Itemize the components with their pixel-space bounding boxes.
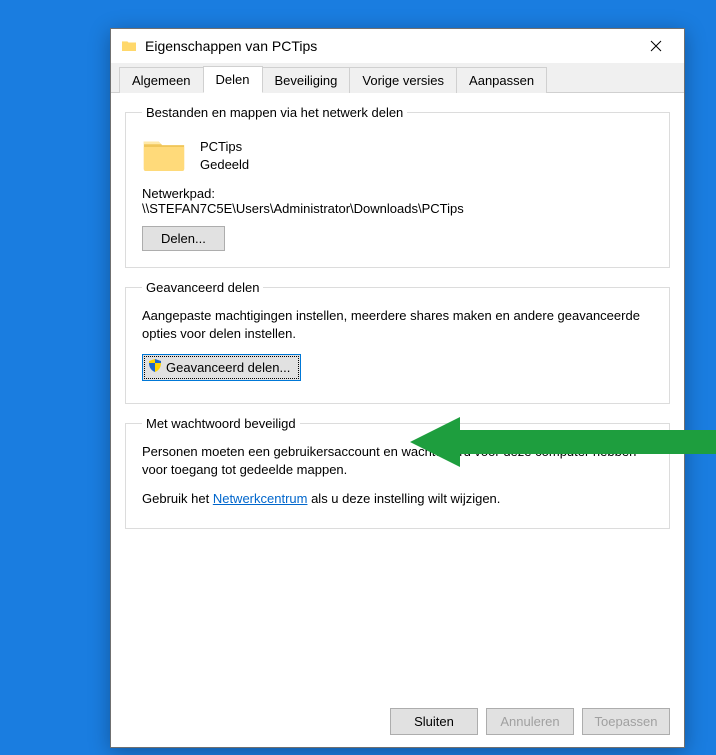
tab-aanpassen[interactable]: Aanpassen (456, 67, 547, 93)
share-button[interactable]: Delen... (142, 226, 225, 251)
password-line1: Personen moeten een gebruikersaccount en… (142, 443, 653, 478)
cancel-button[interactable]: Annuleren (486, 708, 574, 735)
password-line2-prefix: Gebruik het (142, 491, 213, 506)
tab-delen[interactable]: Delen (203, 66, 263, 93)
share-folder-name: PCTips (200, 138, 249, 156)
properties-window: Eigenschappen van PCTips Algemeen Delen … (110, 28, 685, 748)
netwerkcentrum-link[interactable]: Netwerkcentrum (213, 491, 308, 506)
folder-icon (121, 38, 137, 54)
dialog-button-row: Sluiten Annuleren Toepassen (390, 708, 670, 735)
password-group-legend: Met wachtwoord beveiligd (142, 416, 300, 431)
netpath-label: Netwerkpad: (142, 186, 653, 201)
share-group: Bestanden en mappen via het netwerk dele… (125, 105, 670, 268)
advanced-description: Aangepaste machtigingen instellen, meerd… (142, 307, 653, 342)
advanced-group-legend: Geavanceerd delen (142, 280, 263, 295)
window-title: Eigenschappen van PCTips (145, 38, 633, 54)
password-line2-suffix: als u deze instelling wilt wijzigen. (307, 491, 500, 506)
close-button[interactable] (633, 31, 678, 61)
titlebar: Eigenschappen van PCTips (111, 29, 684, 63)
advanced-share-button[interactable]: Geavanceerd delen... (142, 354, 301, 381)
password-group: Met wachtwoord beveiligd Personen moeten… (125, 416, 670, 529)
tab-content: Bestanden en mappen via het netwerk dele… (111, 93, 684, 697)
apply-button[interactable]: Toepassen (582, 708, 670, 735)
tab-vorige-versies[interactable]: Vorige versies (349, 67, 457, 93)
advanced-group: Geavanceerd delen Aangepaste machtiginge… (125, 280, 670, 404)
share-status: Gedeeld (200, 156, 249, 174)
tab-algemeen[interactable]: Algemeen (119, 67, 204, 93)
shield-icon (147, 358, 163, 377)
advanced-share-label: Geavanceerd delen... (166, 360, 290, 375)
share-group-legend: Bestanden en mappen via het netwerk dele… (142, 105, 407, 120)
netpath-value: \\STEFAN7C5E\Users\Administrator\Downloa… (142, 201, 653, 216)
tabstrip: Algemeen Delen Beveiliging Vorige versie… (111, 63, 684, 93)
folder-large-icon (142, 136, 186, 176)
close-dialog-button[interactable]: Sluiten (390, 708, 478, 735)
tab-beveiliging[interactable]: Beveiliging (262, 67, 351, 93)
